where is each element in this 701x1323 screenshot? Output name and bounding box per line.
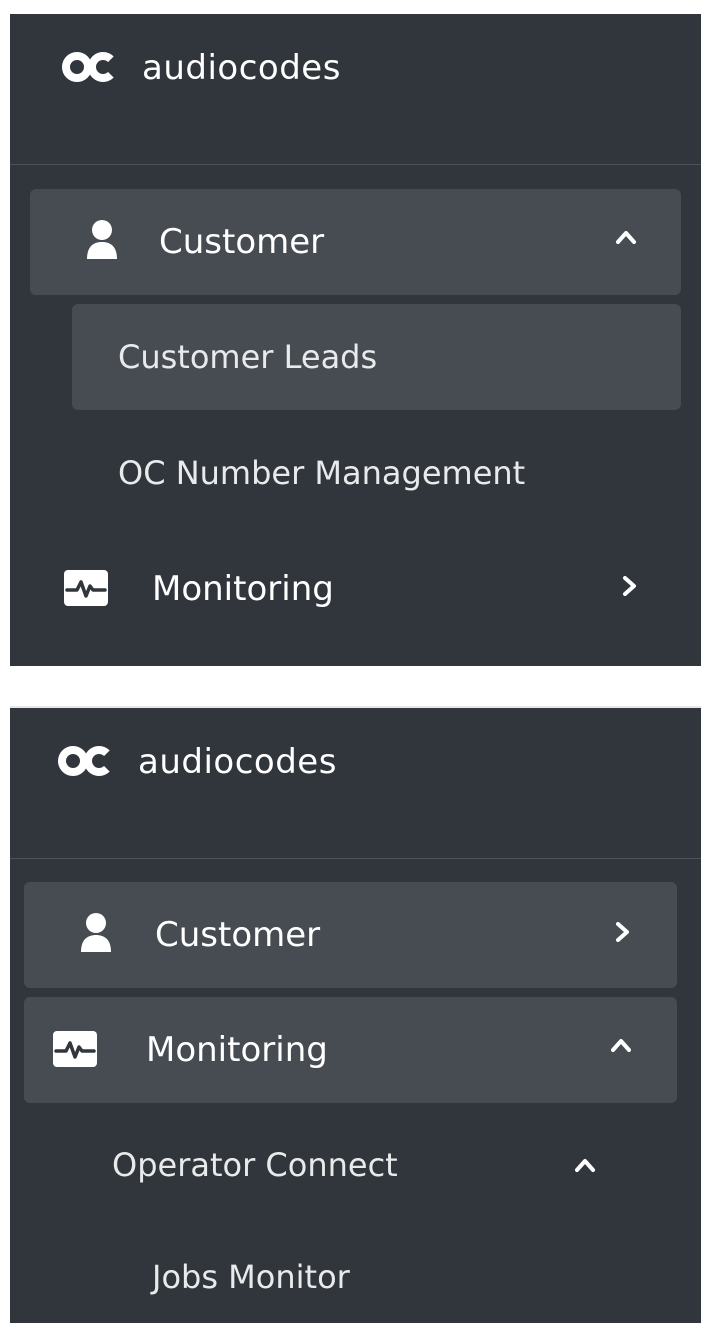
chevron-right-icon[interactable]	[621, 576, 637, 596]
heartbeat-monitor-icon	[63, 569, 109, 607]
sidebar-subitem-oc-number-management[interactable]: OC Number Management	[72, 420, 681, 526]
sidebar-panel-bottom: audiocodes Customer Monitoring Operator …	[10, 706, 701, 1323]
audiocodes-logo-mark	[56, 742, 136, 782]
sidebar-subitem-label: Customer Leads	[118, 338, 378, 376]
sidebar-subitem-jobs-monitor[interactable]: Jobs Monitor	[106, 1228, 677, 1323]
brand-logo[interactable]: audiocodes	[56, 742, 337, 782]
sidebar-subitem-label: Operator Connect	[112, 1146, 398, 1184]
brand-logo[interactable]: audiocodes	[60, 48, 341, 88]
sidebar-item-monitoring[interactable]: Monitoring	[30, 536, 681, 642]
brand-name: audiocodes	[142, 48, 341, 88]
sidebar-item-monitoring[interactable]: Monitoring	[24, 997, 677, 1103]
header-divider	[10, 164, 701, 165]
brand-name: audiocodes	[138, 742, 337, 782]
sidebar-panel-top: audiocodes Customer Customer Leads OC Nu…	[10, 14, 701, 666]
sidebar-item-customer[interactable]: Customer	[24, 882, 677, 988]
user-icon	[80, 912, 112, 954]
sidebar-subitem-label: Jobs Monitor	[152, 1257, 350, 1296]
header-divider	[10, 858, 701, 859]
heartbeat-monitor-icon	[52, 1030, 98, 1068]
sidebar-item-label: Monitoring	[152, 569, 334, 609]
user-icon	[86, 219, 118, 261]
chevron-up-icon[interactable]	[611, 1037, 631, 1053]
chevron-up-icon[interactable]	[616, 229, 636, 245]
sidebar-item-label: Monitoring	[146, 1030, 328, 1070]
sidebar-subitem-operator-connect[interactable]: Operator Connect	[66, 1112, 677, 1218]
sidebar-subitem-customer-leads[interactable]: Customer Leads	[72, 304, 681, 410]
chevron-right-icon[interactable]	[614, 922, 630, 942]
audiocodes-logo-mark	[60, 48, 140, 88]
chevron-up-icon[interactable]	[575, 1157, 595, 1173]
sidebar-item-label: Customer	[155, 915, 321, 955]
sidebar-item-label: Customer	[159, 222, 325, 262]
sidebar-subitem-label: OC Number Management	[118, 454, 526, 492]
sidebar-item-customer[interactable]: Customer	[30, 189, 681, 295]
